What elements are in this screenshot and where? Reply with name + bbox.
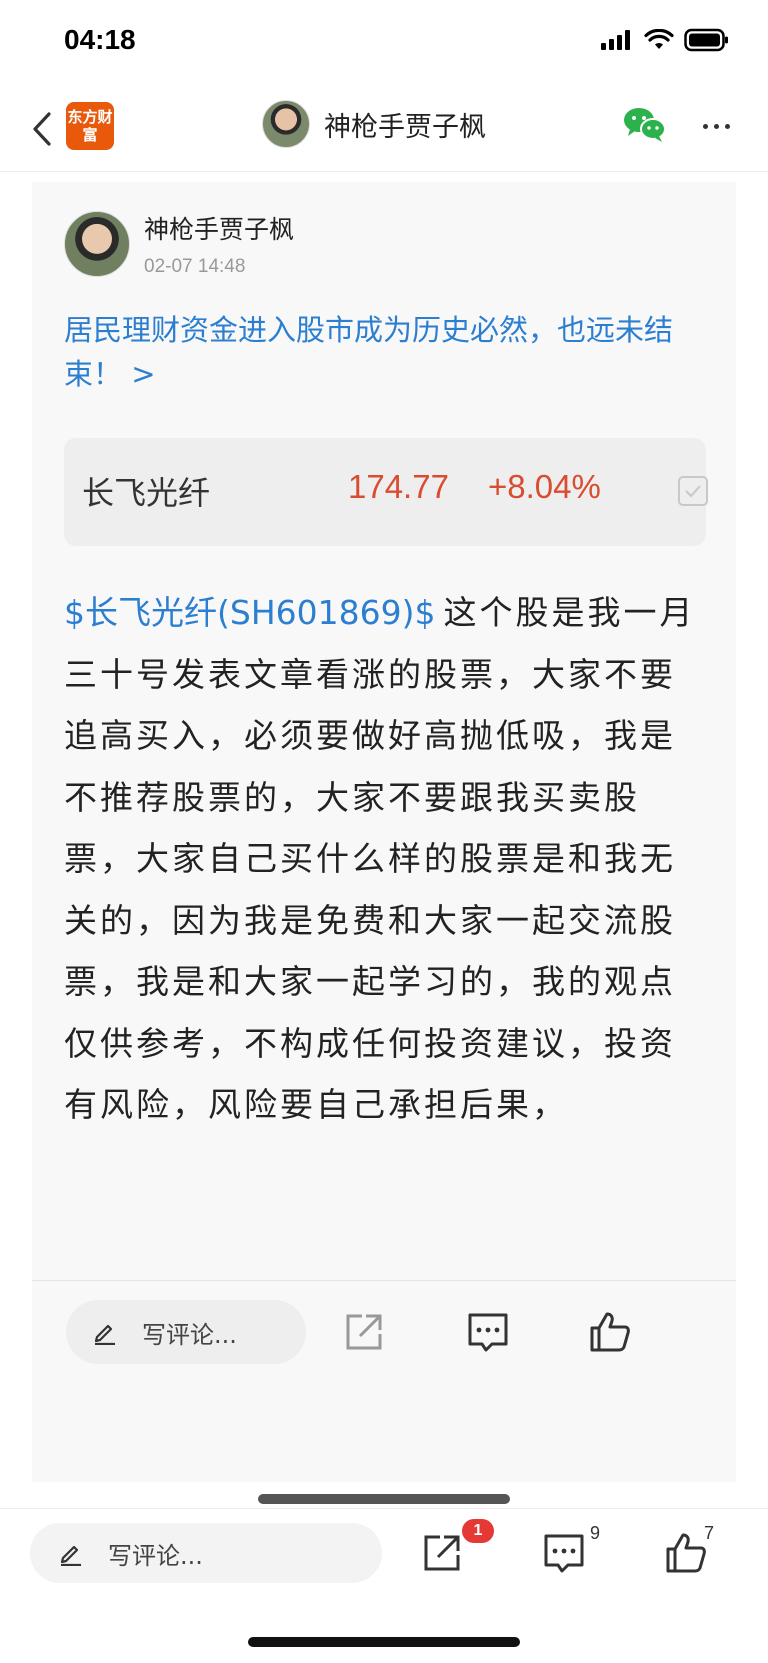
stock-quote-card[interactable]: 长飞光纤 174.77 +8.04% [64, 438, 708, 546]
status-icons [600, 28, 730, 52]
share-icon [424, 1535, 460, 1571]
author-avatar[interactable] [64, 211, 130, 277]
avatar[interactable] [262, 100, 310, 148]
bottom-share-button[interactable] [420, 1531, 464, 1575]
scroll-handle [258, 1494, 510, 1504]
status-bar: 04:18 [0, 0, 768, 80]
watchlist-checkbox[interactable] [678, 476, 708, 506]
comment-input[interactable]: 写评论... [66, 1300, 306, 1364]
comment-icon [544, 1534, 584, 1573]
stock-change: +8.04% [488, 468, 601, 505]
back-button[interactable] [22, 104, 62, 154]
wechat-icon [624, 108, 666, 142]
pencil-icon [60, 1545, 81, 1566]
post-body-text: 这个股是我一月三十号发表文章看涨的股票，大家不要追高买入，必须要做好高抛低吸，我… [64, 593, 696, 1124]
more-button[interactable] [698, 108, 734, 144]
status-time: 04:18 [64, 24, 136, 55]
post-card: 神枪手贾子枫 02-07 14:48 居民理财资金进入股市成为历史必然，也远未结… [32, 182, 736, 1482]
comment-placeholder: 写评论... [142, 1320, 237, 1349]
wifi-icon [644, 29, 674, 49]
post-body: $长飞光纤(SH601869)$ 这个股是我一月三十号发表文章看涨的股票，大家不要… [64, 582, 704, 1136]
like-button[interactable] [588, 1310, 632, 1354]
post-action-bar: 写评论... [32, 1282, 736, 1402]
bottom-comment-input[interactable]: 写评论... [30, 1523, 382, 1583]
page-title: 神枪手贾子枫 [324, 111, 486, 143]
share-button[interactable] [342, 1310, 386, 1354]
bottom-comment-placeholder: 写评论... [108, 1541, 203, 1570]
author-name[interactable]: 神枪手贾子枫 [144, 210, 294, 246]
like-count: 7 [704, 1523, 715, 1543]
wechat-share-button[interactable] [622, 104, 668, 144]
comment-icon [468, 1313, 508, 1352]
home-indicator [248, 1637, 520, 1647]
post-title-link[interactable]: 居民理财资金进入股市成为历史必然，也远未结束！ > [64, 308, 704, 396]
bottom-like-button[interactable] [664, 1531, 708, 1575]
check-icon [685, 485, 701, 498]
chevron-left-icon [33, 112, 51, 146]
thumbs-up-icon [666, 1533, 706, 1573]
more-horizontal-icon [702, 123, 708, 129]
thumbs-up-icon [590, 1312, 630, 1352]
share-icon [346, 1314, 382, 1350]
comment-count: 9 [590, 1523, 601, 1543]
author-row[interactable]: 神枪手贾子枫 02-07 14:48 [64, 210, 294, 278]
divider [32, 1280, 736, 1281]
comment-button[interactable] [466, 1310, 510, 1354]
stock-tag-link[interactable]: $长飞光纤(SH601869)$ [64, 593, 435, 632]
post-time: 02-07 14:48 [144, 256, 246, 277]
bottom-comment-button[interactable] [542, 1531, 586, 1575]
share-badge: 1 [462, 1519, 494, 1543]
signal-icon [601, 30, 630, 50]
nav-author[interactable]: 神枪手贾子枫 [262, 100, 486, 148]
bottom-bar: 写评论... 1 9 7 [0, 1508, 768, 1663]
app-logo[interactable]: 东方财富 [66, 102, 114, 150]
battery-icon [684, 28, 728, 52]
pencil-icon [94, 1324, 115, 1345]
stock-price: 174.77 [348, 468, 449, 505]
nav-bar: 东方财富 神枪手贾子枫 [0, 86, 768, 172]
stock-name: 长飞光纤 [82, 474, 211, 512]
